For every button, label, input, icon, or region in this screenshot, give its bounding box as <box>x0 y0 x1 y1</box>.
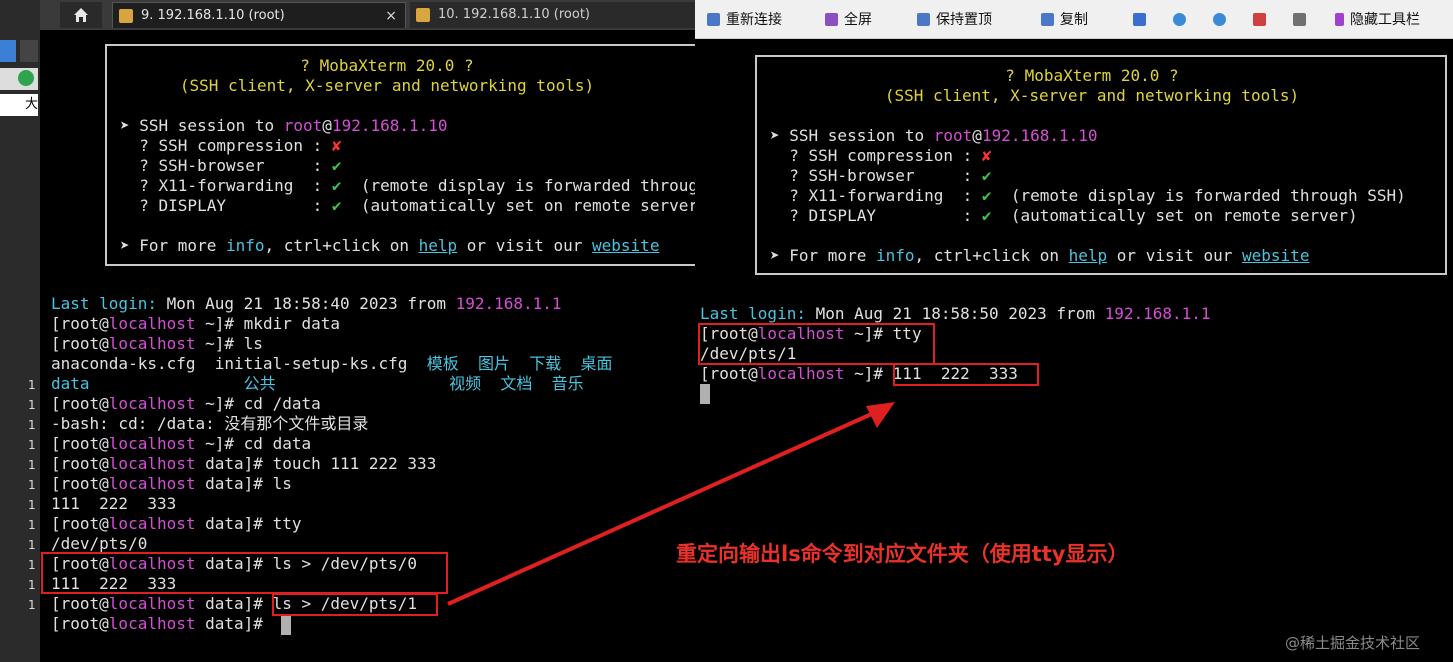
error-line: -bash: cd: /data: 没有那个文件或目录 <box>51 414 369 433</box>
line-marker: 1 <box>28 398 36 412</box>
compression-line: ? SSH compression : ✘ <box>120 136 342 155</box>
tab-session-10[interactable]: 10. 192.168.1.10 (root) <box>410 2 696 28</box>
close-icon[interactable]: × <box>385 3 397 29</box>
line-marker: 1 <box>28 518 36 532</box>
zoom-in-icon <box>1173 13 1186 26</box>
banner-subtitle: (SSH client, X-server and networking too… <box>179 76 595 95</box>
edit-button[interactable] <box>1133 10 1152 30</box>
browser-line: ? SSH-browser : ✔ <box>770 166 992 185</box>
prompt-line: [root@localhost data]# <box>51 614 273 633</box>
line-marker: 1 <box>28 578 36 592</box>
prompt-line: [root@localhost ~]# mkdir data <box>51 314 340 333</box>
welcome-banner: ? MobaXterm 20.0 ? (SSH client, X-server… <box>755 55 1447 275</box>
lightning-icon <box>1335 13 1344 26</box>
line-marker: 1 <box>28 598 36 612</box>
line-marker: 1 <box>28 438 36 452</box>
doc-icon <box>707 13 720 26</box>
reconnect-button[interactable]: 重新连接 <box>707 10 782 30</box>
home-icon <box>74 8 88 22</box>
display-line: ? DISPLAY : ✔ (automatically set on remo… <box>120 196 696 215</box>
left-terminal[interactable]: ? MobaXterm 20.0 ? (SSH client, X-server… <box>40 30 696 662</box>
terminal-cursor <box>281 615 291 635</box>
tab-bar: 9. 192.168.1.10 (root) × 10. 192.168.1.1… <box>40 0 696 31</box>
watermark: @稀土掘金技术社区 <box>1285 634 1421 652</box>
display-line: ? DISPLAY : ✔ (automatically set on remo… <box>770 206 1358 225</box>
line-marker: 1 <box>28 498 36 512</box>
edit-icon <box>1133 13 1146 26</box>
line-marker: 1 <box>28 478 36 492</box>
highlight-box <box>698 323 935 365</box>
keep-on-top-button[interactable]: 保持置顶 <box>917 10 992 30</box>
prompt-line: [root@localhost data]# tty <box>51 514 302 533</box>
print-button[interactable] <box>1293 10 1312 30</box>
zoom-out-icon <box>1213 13 1226 26</box>
highlight-box <box>893 363 1039 386</box>
more-info-line: ➤ For more info, ctrl+click on help or v… <box>120 236 660 255</box>
hide-toolbar-button[interactable]: 隐藏工具栏 <box>1335 10 1420 30</box>
annotation-text: 重定向输出ls命令到对应文件夹（使用tty显示） <box>676 542 1129 566</box>
website-link[interactable]: website <box>592 236 659 255</box>
pin-icon <box>917 13 930 26</box>
help-link[interactable]: help <box>1069 246 1108 265</box>
prompt-line: [root@localhost data]# touch 111 222 333 <box>51 454 437 473</box>
tab-session-9[interactable]: 9. 192.168.1.10 (root) × <box>112 2 406 28</box>
terminal-tab-icon <box>416 8 430 22</box>
terminal-tab-icon <box>119 9 133 23</box>
tool-icon[interactable] <box>20 40 38 62</box>
line-marker: 1 <box>28 378 36 392</box>
banner-subtitle: (SSH client, X-server and networking too… <box>884 86 1300 105</box>
fullscreen-icon <box>825 13 838 26</box>
prompt-line: [root@localhost ~]# cd data <box>51 434 312 453</box>
copy-icon <box>1041 13 1054 26</box>
help-link[interactable]: help <box>419 236 458 255</box>
ssh-session-line: ➤ SSH session to root@192.168.1.10 <box>120 116 448 135</box>
welcome-banner: ? MobaXterm 20.0 ? (SSH client, X-server… <box>105 44 696 266</box>
tab-label: 9. 192.168.1.10 (root) <box>141 8 285 23</box>
line-marker: 1 <box>28 458 36 472</box>
compression-line: ? SSH compression : ✘ <box>770 146 992 165</box>
browser-line: ? SSH-browser : ✔ <box>120 156 342 175</box>
last-login-line: Last login: Mon Aug 21 18:58:50 2023 fro… <box>700 304 1211 323</box>
x11-line: ? X11-forwarding : ✔ (remote display is … <box>120 176 695 195</box>
save-icon <box>1253 13 1266 26</box>
banner-title: ? MobaXterm 20.0 ? <box>300 56 474 75</box>
line-marker: 1 <box>28 538 36 552</box>
line-marker: 1 <box>28 558 36 572</box>
ssh-session-line: ➤ SSH session to root@192.168.1.10 <box>770 126 1098 145</box>
highlight-box <box>41 552 448 594</box>
zoom-in-button[interactable] <box>1173 10 1192 30</box>
tab-label: 10. 192.168.1.10 (root) <box>438 7 590 22</box>
home-tab[interactable] <box>60 2 102 28</box>
website-link[interactable]: website <box>1242 246 1309 265</box>
output-line: 111 222 333 <box>51 494 177 513</box>
save-button[interactable] <box>1253 10 1272 30</box>
prompt-line: [root@localhost ~]# cd /data <box>51 394 321 413</box>
print-icon <box>1293 13 1306 26</box>
ls-output-line: anaconda-ks.cfg initial-setup-ks.cfg 模板 … <box>51 354 613 373</box>
toolbar: 重新连接 全屏 保持置顶 复制 隐藏工具栏 <box>695 0 1453 39</box>
check-icon <box>18 70 34 86</box>
zoom-out-button[interactable] <box>1213 10 1232 30</box>
x11-line: ? X11-forwarding : ✔ (remote display is … <box>770 186 1406 205</box>
banner-title: ? MobaXterm 20.0 ? <box>1005 66 1179 85</box>
more-info-line: ➤ For more info, ctrl+click on help or v… <box>770 246 1310 265</box>
prompt-line: [root@localhost data]# ls <box>51 474 292 493</box>
last-login-line: Last login: Mon Aug 21 18:58:40 2023 fro… <box>51 294 562 313</box>
ls-output-line: data 公共 视频 文档 音乐 <box>51 374 584 393</box>
copy-button[interactable]: 复制 <box>1041 10 1088 30</box>
prompt-line: [root@localhost ~]# ls <box>51 334 263 353</box>
output-line: /dev/pts/0 <box>51 534 148 553</box>
highlight-box <box>272 593 438 616</box>
app-side-strip: 大 1 1 1 1 1 1 1 1 1 1 1 1 <box>0 0 40 662</box>
terminal-cursor <box>700 384 710 404</box>
fullscreen-button[interactable]: 全屏 <box>825 10 872 30</box>
badge-text: 大 <box>0 94 38 116</box>
window-thumb-icon[interactable] <box>0 40 16 62</box>
line-marker: 1 <box>28 418 36 432</box>
